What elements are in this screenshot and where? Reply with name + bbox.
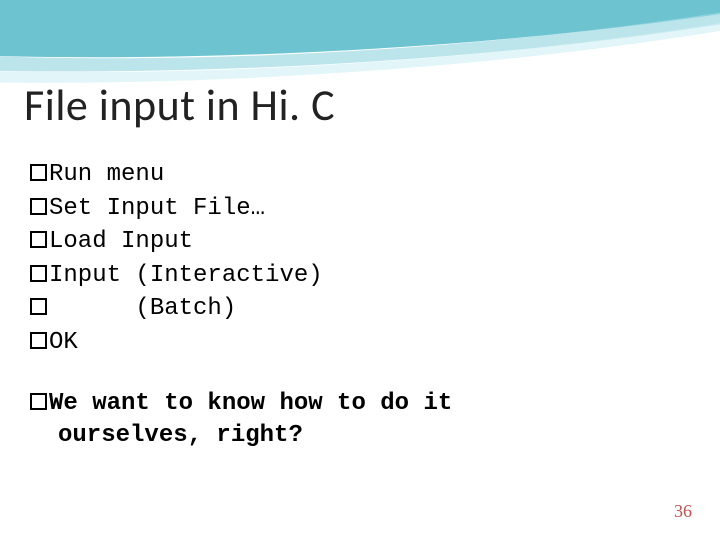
list-item: Set Input File… [30,192,680,226]
bullet-icon [30,393,47,410]
slide-title: File input in Hi. C [24,78,335,132]
bullet-icon [30,231,47,248]
list-item: Load Input [30,225,680,259]
emphasis-line-cont: ourselves, right? [58,420,680,452]
list-item-text: OK [49,329,78,356]
emphasis-block: We want to know how to do it ourselves, … [30,388,680,453]
list-item: Run menu [30,158,680,192]
emphasis-text: We want to know how to do it [49,390,452,417]
bullet-icon [30,164,47,181]
list-item: OK [30,326,680,360]
bullet-icon [30,332,47,349]
list-item-text: Set Input File… [49,195,265,222]
list-item-text: (Batch) [49,295,236,322]
slide: File input in Hi. C Run menu Set Input F… [0,0,720,540]
list-item-text: Run menu [49,161,164,188]
bullet-icon [30,265,47,282]
page-number: 36 [674,501,692,522]
list-item: Input (Interactive) [30,259,680,293]
list-item-text: Load Input [49,228,193,255]
slide-body: Run menu Set Input File… Load Input Inpu… [30,158,680,452]
bullet-icon [30,198,47,215]
decorative-swoosh [0,0,720,90]
bullet-icon [30,298,47,315]
emphasis-line: We want to know how to do it [30,388,680,420]
list-item: (Batch) [30,292,680,326]
list-item-text: Input (Interactive) [49,262,323,289]
